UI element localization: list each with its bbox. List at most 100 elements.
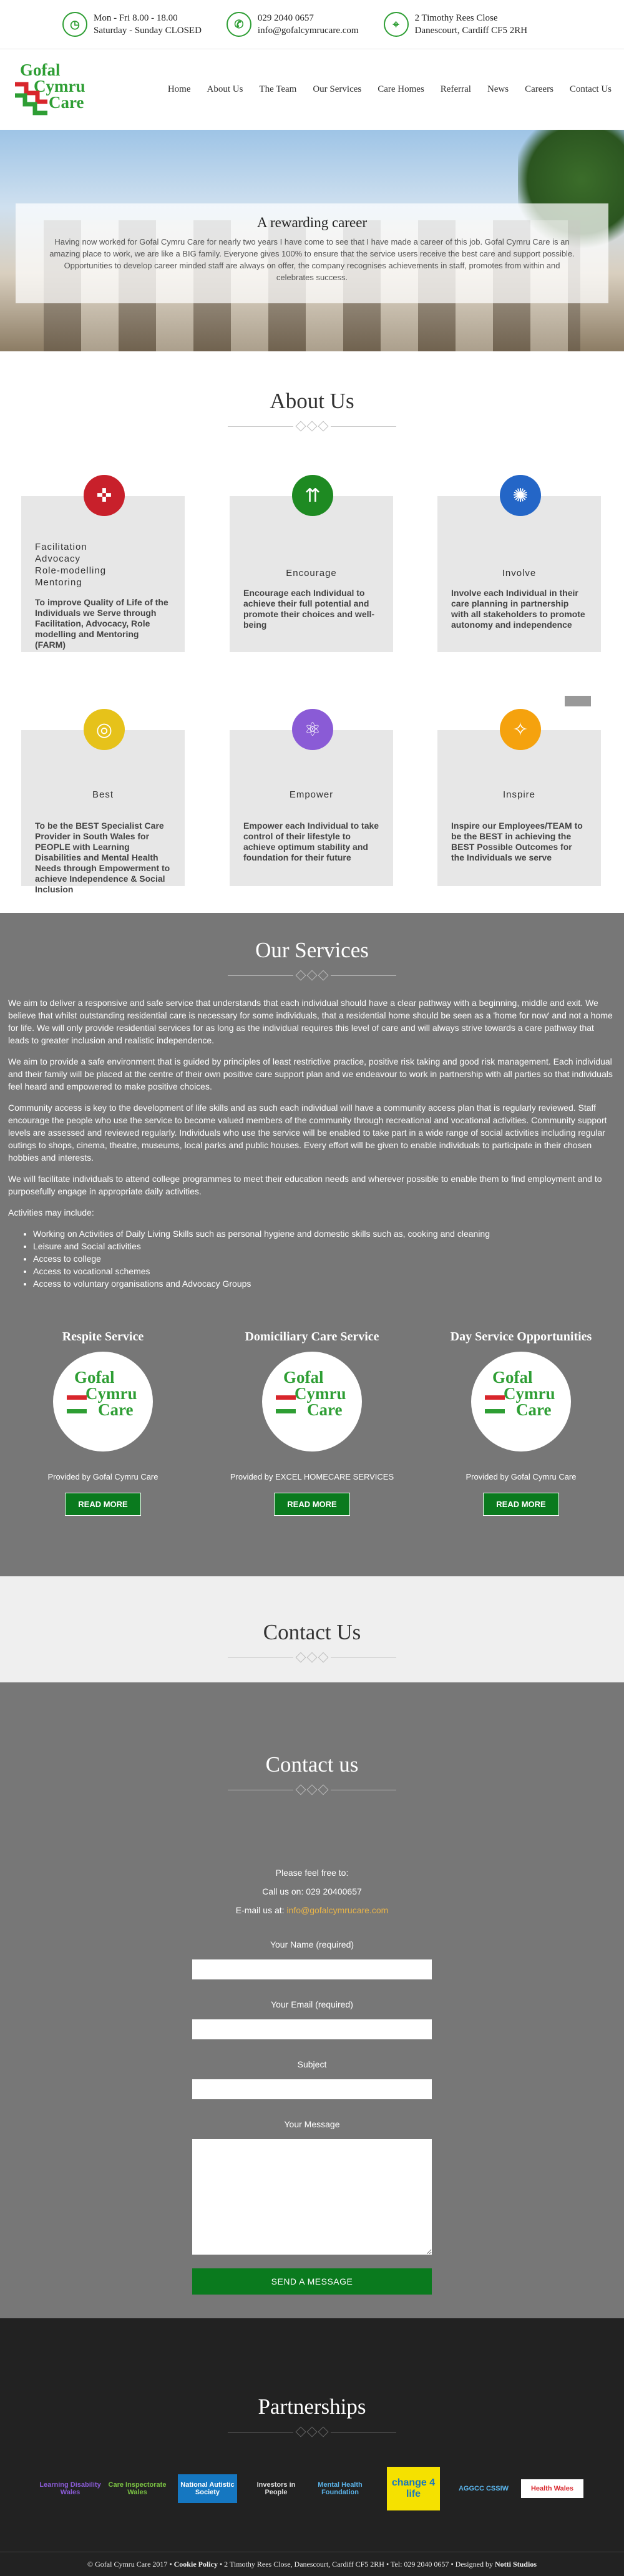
- scroll-marker[interactable]: [565, 696, 591, 706]
- services-paragraph: We aim to deliver a responsive and safe …: [8, 998, 613, 1045]
- service-domiciliary: Domiciliary Care Service Gofal Cymru Car…: [218, 1330, 406, 1516]
- partner-logo[interactable]: Mental Health Foundation: [312, 2476, 368, 2501]
- nav-care-homes[interactable]: Care Homes: [378, 84, 424, 95]
- card-title-line: Mentoring: [35, 577, 82, 588]
- services-section: Our Services We aim to deliver a respons…: [0, 913, 624, 1576]
- message-field[interactable]: [192, 2139, 432, 2255]
- logo-red-step: [276, 1395, 296, 1400]
- card-title-inspire: Inspire: [502, 789, 536, 800]
- inspire-icon: ✧: [500, 709, 541, 750]
- address-line-1: 2 Timothy Rees Close: [414, 13, 498, 23]
- footer-designed-prefix: Designed by: [455, 2560, 493, 2569]
- card-body-inspire: Inspire our Employees/TEAM to be the BES…: [451, 821, 583, 862]
- services-paragraph: Community access is key to the developme…: [8, 1103, 607, 1163]
- card-title-line: Advocacy: [35, 554, 81, 564]
- card-body-best: To be the BEST Specialist Care Provider …: [35, 821, 170, 894]
- card-title-empower: Empower: [289, 789, 334, 800]
- about-section: About Us: [0, 351, 624, 432]
- service-provider: Provided by Gofal Cymru Care: [466, 1472, 577, 1481]
- target-icon: ◎: [84, 709, 125, 750]
- send-message-button[interactable]: SEND A MESSAGE: [192, 2268, 432, 2295]
- hours-line-2: Saturday - Sunday CLOSED: [94, 26, 202, 36]
- site-footer: © Gofal Cymru Care 2017 • Cookie Policy …: [0, 2552, 624, 2576]
- nav-contact-us[interactable]: Contact Us: [570, 84, 612, 95]
- nav-referral[interactable]: Referral: [441, 84, 471, 95]
- services-text: We aim to deliver a responsive and safe …: [0, 997, 624, 1290]
- partner-logo[interactable]: Health Wales: [521, 2479, 583, 2498]
- nav-our-services[interactable]: Our Services: [313, 84, 361, 95]
- partner-logo[interactable]: Care Inspectorate Wales: [106, 2479, 168, 2498]
- email-field[interactable]: [192, 2019, 432, 2039]
- logo-text-1: Gofal: [283, 1368, 324, 1387]
- name-field[interactable]: [192, 1959, 432, 1979]
- card-title-involve: Involve: [502, 568, 537, 578]
- partner-logo[interactable]: AGGCC CSSIW: [452, 2476, 515, 2501]
- involve-icon: ✺: [500, 475, 541, 516]
- hero-testimonial: A rewarding career Having now worked for…: [16, 203, 608, 303]
- nav-news[interactable]: News: [487, 84, 509, 95]
- partner-logo[interactable]: Investors in People: [246, 2476, 306, 2501]
- logo-red-step: [485, 1395, 505, 1400]
- section-divider: [0, 2426, 624, 2437]
- logo-green-step: [276, 1409, 296, 1413]
- partner-logo[interactable]: Learning Disability Wales: [37, 2479, 103, 2498]
- email-link[interactable]: info@gofalcymrucare.com: [258, 24, 359, 37]
- footer-copyright: © Gofal Cymru Care 2017: [87, 2560, 168, 2569]
- contact-phone[interactable]: Call us on: 029 20400657: [0, 1882, 624, 1901]
- email-prefix: E-mail us at:: [235, 1905, 285, 1915]
- contact-details: Please feel free to: Call us on: 029 204…: [0, 1863, 624, 1920]
- message-label: Your Message: [284, 2119, 340, 2129]
- partner-logo[interactable]: change 4 life: [387, 2467, 440, 2510]
- section-divider: [0, 421, 624, 432]
- services-paragraph: We will facilitate individuals to attend…: [8, 1174, 602, 1196]
- partner-logo[interactable]: National Autistic Society: [178, 2474, 237, 2503]
- subject-field[interactable]: [192, 2079, 432, 2099]
- read-more-button[interactable]: READ MORE: [65, 1493, 141, 1516]
- service-provider: Provided by EXCEL HOMECARE SERVICES: [230, 1472, 394, 1481]
- contact-email-link[interactable]: info@gofalcymrucare.com: [286, 1905, 388, 1915]
- service-logo: Gofal Cymru Care: [471, 1352, 571, 1451]
- contact-banner: Contact Us: [0, 1576, 624, 1682]
- service-day: Day Service Opportunities Gofal Cymru Ca…: [427, 1330, 615, 1516]
- location-pin-icon: ⌖: [383, 12, 409, 37]
- card-title-best: Best: [92, 789, 114, 800]
- nav-home[interactable]: Home: [168, 84, 191, 95]
- logo-green-step: [485, 1409, 505, 1413]
- site-logo[interactable]: Gofal Cymru Care: [12, 56, 106, 124]
- read-more-button[interactable]: READ MORE: [483, 1493, 559, 1516]
- about-card-encourage: ⇈ Encourage Encourage each Individual to…: [230, 475, 393, 652]
- logo-text-2: Cymru: [295, 1384, 346, 1403]
- opening-hours: ◷ Mon - Fri 8.00 - 18.00 Saturday - Sund…: [62, 12, 202, 37]
- address-line-2: Danescourt, Cardiff CF5 2RH: [414, 26, 528, 36]
- clock-icon: ◷: [62, 12, 87, 37]
- card-body-empower: Empower each Individual to take control …: [243, 821, 379, 862]
- card-body-involve: Involve each Individual in their care pl…: [451, 588, 585, 630]
- contact-title: Contact us: [265, 1752, 359, 1777]
- main-nav: Home About Us The Team Our Services Care…: [168, 84, 612, 95]
- section-divider: [0, 970, 624, 981]
- list-item: Leisure and Social activities: [33, 1240, 616, 1252]
- logo-text-1: Gofal: [20, 60, 61, 79]
- contact-email-line: E-mail us at: info@gofalcymrucare.com: [0, 1901, 624, 1920]
- phone-icon: ✆: [226, 12, 251, 37]
- hero-title: A rewarding career: [256, 215, 368, 230]
- partnerships-section: Partnerships Learning Disability Wales C…: [0, 2318, 624, 2576]
- service-respite: Respite Service Gofal Cymru Care Provide…: [9, 1330, 197, 1516]
- nav-careers[interactable]: Careers: [525, 84, 553, 95]
- partnerships-title: Partnerships: [258, 2394, 366, 2419]
- cookie-policy-link[interactable]: Cookie Policy: [174, 2560, 218, 2569]
- services-paragraph: We aim to provide a safe environment tha…: [8, 1056, 613, 1091]
- service-logo: Gofal Cymru Care: [262, 1352, 362, 1451]
- nav-the-team[interactable]: The Team: [259, 84, 296, 95]
- footer-address: 2 Timothy Rees Close, Danescourt, Cardif…: [224, 2560, 384, 2569]
- logo-text-3: Care: [49, 92, 84, 112]
- name-label: Your Name (required): [270, 1939, 354, 1949]
- nav-about-us[interactable]: About Us: [207, 84, 243, 95]
- designer-link[interactable]: Notti Studios: [495, 2560, 537, 2569]
- read-more-button[interactable]: READ MORE: [274, 1493, 350, 1516]
- phone-link[interactable]: 029 2040 0657: [258, 12, 359, 24]
- top-info-bar: ◷ Mon - Fri 8.00 - 18.00 Saturday - Sund…: [0, 0, 624, 49]
- logo-green-step: [67, 1409, 87, 1413]
- list-item: Access to college: [33, 1252, 616, 1265]
- subject-label: Subject: [297, 2059, 327, 2069]
